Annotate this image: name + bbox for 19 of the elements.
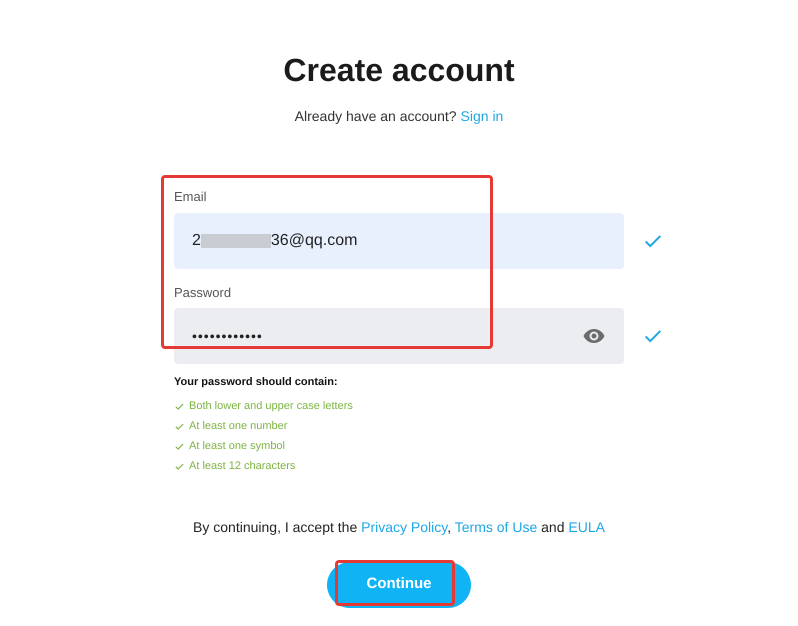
- signin-prompt: Already have an account?: [294, 107, 457, 126]
- rule-text: At least one symbol: [189, 439, 285, 454]
- rule-text: At least one number: [189, 419, 288, 434]
- password-value: ••••••••••••: [192, 326, 264, 346]
- email-value: 36@qq.com: [270, 230, 358, 250]
- field-label: Email: [174, 188, 207, 206]
- rule-text: Both lower and upper case letters: [189, 399, 353, 414]
- password-field[interactable]: ••••••••••••: [174, 308, 624, 364]
- page-title: Create account: [283, 51, 515, 90]
- email-field[interactable]: 2 36@qq.com: [174, 212, 624, 268]
- email-value: 2: [192, 230, 201, 250]
- policy-link[interactable]: Terms of Use: [454, 518, 538, 534]
- rule-text: At least 12 characters: [189, 459, 296, 474]
- rules-heading: Your password should contain:: [174, 375, 339, 390]
- policy-link[interactable]: Privacy Policy: [361, 518, 448, 534]
- consent-text: By continuing, I accept the Privacy Policy, Terms of Use and EULA: [193, 518, 605, 537]
- policy-link[interactable]: EULA: [568, 518, 605, 534]
- signin-link[interactable]: Sign in: [460, 106, 504, 127]
- field-label: Password: [174, 284, 232, 302]
